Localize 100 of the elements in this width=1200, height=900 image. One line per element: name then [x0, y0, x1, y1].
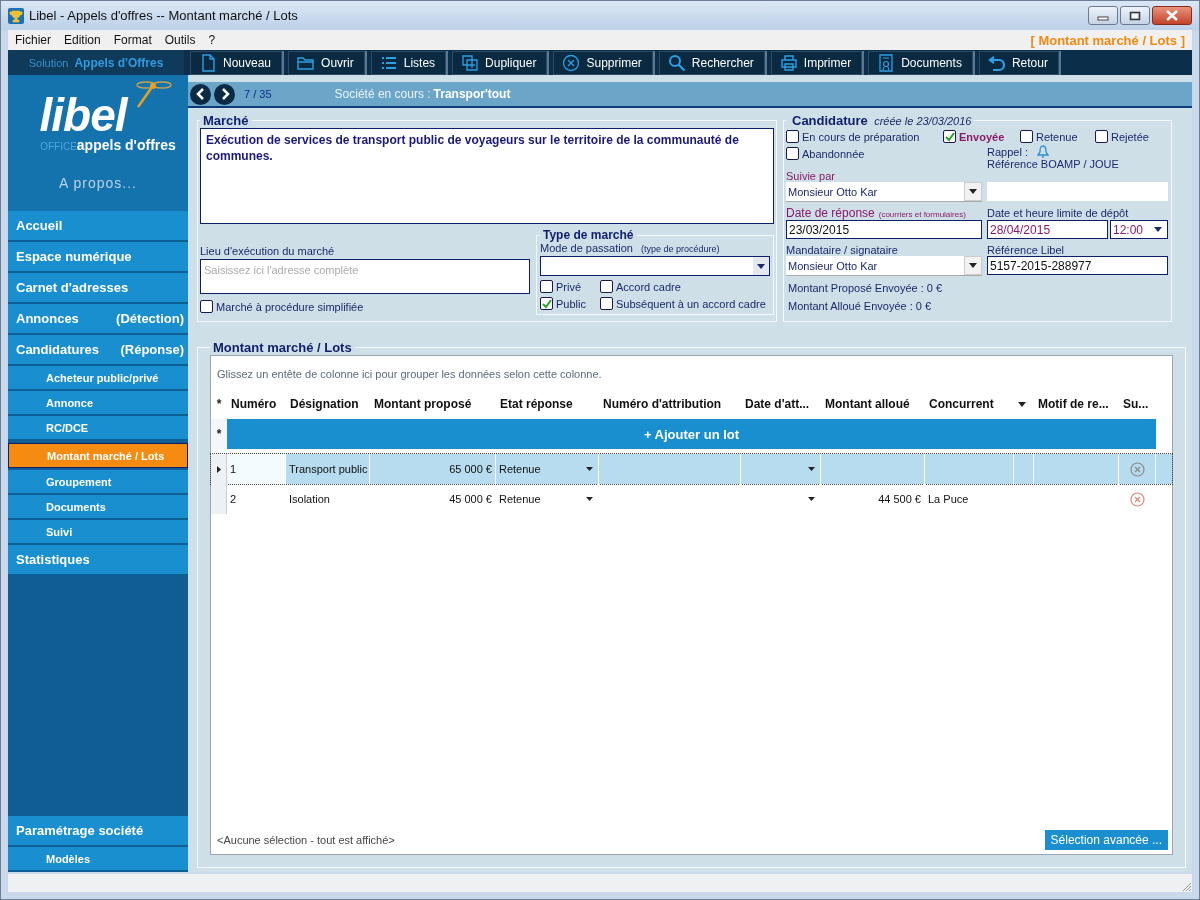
sidebar-note: (Réponse): [120, 342, 184, 357]
checkbox-label: Privé: [556, 280, 582, 293]
caret-icon[interactable]: [808, 497, 815, 501]
sidebar-item[interactable]: Modèles: [8, 847, 188, 872]
sidebar-item[interactable]: Accueil: [8, 211, 188, 242]
checkbox[interactable]: [786, 130, 799, 143]
column-header[interactable]: Désignation: [286, 397, 370, 411]
sidebar-item[interactable]: RC/DCE: [8, 416, 188, 441]
checkbox-label: Retenue: [1036, 130, 1078, 143]
checkbox[interactable]: [943, 130, 956, 143]
toolbar-button[interactable]: Nouveau: [190, 50, 283, 75]
column-header[interactable]: Montant alloué: [821, 397, 925, 411]
company-label: Société en cours :: [334, 87, 431, 101]
checkbox[interactable]: [600, 280, 613, 293]
sidebar-item[interactable]: Annonce: [8, 391, 188, 416]
sidebar-label: Annonces: [16, 311, 79, 326]
maximize-button[interactable]: [1120, 6, 1150, 25]
restore-icon: [1129, 10, 1141, 21]
amount-summary: Montant Proposé Envoyée : 0 €: [787, 282, 944, 294]
panel-title: Candidature: [791, 113, 869, 128]
column-header[interactable]: Numéro: [227, 397, 286, 411]
caret-icon: [969, 189, 977, 194]
reference-field[interactable]: [987, 182, 1168, 201]
sidebar-label: Suivi: [46, 525, 73, 538]
caret-icon[interactable]: [808, 467, 815, 471]
toolbar-button[interactable]: Dupliquer: [452, 50, 548, 75]
menu-item[interactable]: ?: [208, 33, 216, 47]
column-header[interactable]: Numéro d'attribution: [599, 397, 741, 411]
toolbar-button[interactable]: Supprimer: [553, 50, 653, 75]
menu-item[interactable]: Outils: [164, 33, 196, 47]
procedure-dropdown[interactable]: [540, 256, 770, 276]
table-cell: 2: [227, 484, 286, 514]
reference-field[interactable]: 5157-2015-288977: [987, 256, 1168, 275]
previous-button[interactable]: [190, 83, 211, 105]
toolbar-button[interactable]: Imprimer: [770, 50, 863, 75]
field-label: Mode de passation: [540, 242, 633, 254]
toolbar-button[interactable]: Retour: [978, 50, 1059, 75]
sidebar-item[interactable]: Documents: [8, 495, 188, 520]
sidebar-item[interactable]: Candidatures (Réponse): [8, 335, 188, 366]
delete-icon: [562, 53, 581, 72]
grid-row[interactable]: 1 Transport public 65 000 € Retenue: [211, 454, 1172, 484]
toolbar-button[interactable]: Documents: [868, 50, 973, 75]
description-field[interactable]: Exécution de services de transport public de voyageurs sur le territoire de la communauté de communes.: [200, 128, 774, 224]
time-dropdown[interactable]: 12:00: [1110, 220, 1168, 239]
column-header[interactable]: Concurrent: [925, 397, 1014, 411]
sidebar-label: Carnet d'adresses: [16, 280, 129, 295]
field-label: Référence Libel: [987, 244, 1066, 256]
sidebar-item[interactable]: Annonces (Détection): [8, 304, 188, 335]
checkbox[interactable]: [600, 297, 613, 310]
menu-item[interactable]: Fichier: [15, 33, 51, 47]
menu-item[interactable]: Format: [113, 33, 152, 47]
bell-icon[interactable]: [1037, 145, 1049, 158]
menu-item[interactable]: Edition: [64, 33, 101, 47]
close-button[interactable]: [1152, 6, 1192, 25]
checkbox[interactable]: [1020, 130, 1033, 143]
toolbar-button[interactable]: Ouvrir: [288, 50, 365, 75]
checkbox[interactable]: [200, 300, 213, 313]
sidebar-item[interactable]: Suivi: [8, 520, 188, 545]
checkbox[interactable]: [786, 147, 799, 160]
checkbox[interactable]: [1095, 130, 1108, 143]
column-header[interactable]: Motif de re...: [1034, 397, 1119, 411]
column-header[interactable]: Montant proposé: [370, 397, 496, 411]
sidebar-item[interactable]: Groupement: [8, 470, 188, 495]
toolbar-button[interactable]: Listes: [370, 50, 447, 75]
checkbox[interactable]: [540, 297, 553, 310]
filter-caret-icon[interactable]: [1018, 401, 1026, 407]
sidebar-item[interactable]: Acheteur public/privé: [8, 366, 188, 391]
field-hint: (courriers et formulaires): [878, 210, 966, 219]
sidebar-item[interactable]: Carnet d'adresses: [8, 273, 188, 304]
next-button[interactable]: [214, 83, 235, 105]
followed-by-dropdown[interactable]: Monsieur Otto Kar: [786, 182, 982, 202]
grid-row[interactable]: 2 Isolation 45 000 € Retenue 44 500 € La Puce: [211, 484, 1172, 514]
table-cell: Retenue: [499, 493, 541, 505]
column-header[interactable]: Date d'att...: [741, 397, 821, 411]
caret-icon: [969, 263, 977, 268]
sidebar-item[interactable]: Espace numérique: [8, 242, 188, 273]
address-field[interactable]: Saisissez ici l'adresse complète: [200, 259, 530, 294]
advanced-selection-button[interactable]: Sélection avancée ...: [1044, 830, 1168, 850]
delete-icon[interactable]: [1129, 491, 1145, 507]
toolbar-button[interactable]: Rechercher: [658, 50, 765, 75]
sidebar-item[interactable]: Statistiques: [8, 545, 188, 576]
caret-icon[interactable]: [586, 497, 593, 501]
solution-name: Appels d'Offres: [74, 55, 164, 70]
add-lot-button[interactable]: + Ajouter un lot: [227, 419, 1156, 449]
checkbox[interactable]: [540, 280, 553, 293]
sidebar-label: Acheteur public/privé: [46, 371, 159, 384]
minimize-button[interactable]: [1088, 6, 1118, 25]
field-label: Rappel :: [987, 145, 1028, 158]
panel-title: Montant marché / Lots: [212, 340, 353, 355]
resize-grip-icon[interactable]: [1182, 882, 1192, 892]
row-header[interactable]: [211, 454, 227, 484]
column-header[interactable]: Su...: [1119, 397, 1156, 411]
caret-icon[interactable]: [586, 467, 593, 471]
brand-tagline: appels d'offres: [76, 137, 176, 153]
sidebar-item[interactable]: Paramétrage société: [8, 816, 188, 847]
date-field[interactable]: 23/03/2015: [786, 220, 982, 239]
signatory-dropdown[interactable]: Monsieur Otto Kar: [786, 256, 982, 276]
date-field[interactable]: 28/04/2015: [987, 220, 1108, 239]
column-header[interactable]: Etat réponse: [496, 397, 599, 411]
new-icon: [199, 53, 217, 72]
